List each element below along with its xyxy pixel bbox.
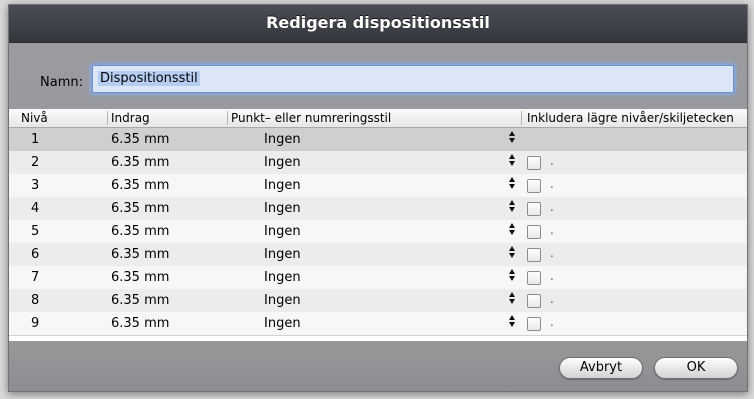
row-style[interactable]: Ingen: [264, 178, 301, 193]
name-field-value[interactable]: Dispositionsstil: [98, 71, 200, 86]
dialog-title: Redigera dispositionsstil: [266, 13, 490, 32]
style-stepper-icon[interactable]: [509, 223, 516, 239]
row-style[interactable]: Ingen: [264, 270, 301, 285]
row-level: 7: [31, 270, 40, 285]
style-stepper-icon[interactable]: [509, 246, 516, 262]
cancel-button[interactable]: Avbryt: [559, 357, 643, 379]
table-row[interactable]: 4 6.35 mm Ingen.: [9, 197, 747, 221]
table-row[interactable]: 1 6.35 mm Ingen: [9, 128, 747, 152]
style-stepper-icon[interactable]: [509, 177, 516, 193]
table-header: Nivå Indrag Punkt– eller numreringsstil …: [9, 109, 747, 128]
table-row[interactable]: 2 6.35 mm Ingen.: [9, 151, 747, 175]
row-style[interactable]: Ingen: [264, 155, 301, 170]
header-style[interactable]: Punkt– eller numreringsstil: [231, 111, 391, 125]
row-level: 2: [31, 155, 40, 170]
include-lower-levels-checkbox[interactable]: [527, 156, 541, 170]
include-lower-levels-checkbox[interactable]: [527, 202, 541, 216]
style-stepper-icon[interactable]: [509, 292, 516, 308]
row-level: 9: [31, 316, 40, 331]
row-style[interactable]: Ingen: [264, 247, 301, 262]
include-lower-levels-checkbox[interactable]: [527, 179, 541, 193]
table-row[interactable]: 7 6.35 mm Ingen.: [9, 266, 747, 290]
dialog-titlebar: Redigera dispositionsstil: [9, 5, 747, 43]
header-separator: [107, 111, 108, 125]
style-stepper-icon[interactable]: [509, 154, 516, 170]
name-label: Namn:: [40, 75, 83, 90]
style-stepper-icon[interactable]: [509, 315, 516, 331]
include-lower-levels-checkbox[interactable]: [527, 271, 541, 285]
name-field[interactable]: Dispositionsstil: [92, 65, 734, 93]
row-indent[interactable]: 6.35 mm: [111, 155, 169, 170]
header-include[interactable]: Inkludera lägre nivåer/skiljetecken: [527, 111, 734, 125]
row-indent[interactable]: 6.35 mm: [111, 224, 169, 239]
row-level: 6: [31, 247, 40, 262]
table-row[interactable]: 9 6.35 mm Ingen.: [9, 312, 747, 336]
row-style[interactable]: Ingen: [264, 224, 301, 239]
row-indent[interactable]: 6.35 mm: [111, 132, 169, 147]
separator-text[interactable]: .: [550, 223, 554, 237]
separator-text[interactable]: .: [550, 315, 554, 329]
table-row[interactable]: 8 6.35 mm Ingen.: [9, 289, 747, 313]
header-indent[interactable]: Indrag: [111, 111, 150, 125]
dialog-window: Redigera dispositionsstil Namn: Disposit…: [8, 4, 748, 392]
header-level[interactable]: Nivå: [21, 111, 48, 125]
header-separator: [521, 111, 522, 125]
separator-text[interactable]: .: [550, 200, 554, 214]
table-row[interactable]: 3 6.35 mm Ingen.: [9, 174, 747, 198]
header-separator: [227, 111, 228, 125]
levels-table: Nivå Indrag Punkt– eller numreringsstil …: [9, 109, 747, 341]
row-indent[interactable]: 6.35 mm: [111, 316, 169, 331]
row-style[interactable]: Ingen: [264, 201, 301, 216]
table-row[interactable]: 6 6.35 mm Ingen.: [9, 243, 747, 267]
include-lower-levels-checkbox[interactable]: [527, 225, 541, 239]
row-style[interactable]: Ingen: [264, 316, 301, 331]
separator-text[interactable]: .: [550, 246, 554, 260]
ok-button[interactable]: OK: [654, 357, 738, 379]
separator-text[interactable]: .: [550, 292, 554, 306]
style-stepper-icon[interactable]: [509, 131, 516, 147]
separator-text[interactable]: .: [550, 269, 554, 283]
row-level: 5: [31, 224, 40, 239]
style-stepper-icon[interactable]: [509, 200, 516, 216]
row-indent[interactable]: 6.35 mm: [111, 293, 169, 308]
row-style[interactable]: Ingen: [264, 293, 301, 308]
style-stepper-icon[interactable]: [509, 269, 516, 285]
include-lower-levels-checkbox[interactable]: [527, 248, 541, 262]
include-lower-levels-checkbox[interactable]: [527, 294, 541, 308]
separator-text[interactable]: .: [550, 154, 554, 168]
row-level: 4: [31, 201, 40, 216]
row-level: 3: [31, 178, 40, 193]
row-indent[interactable]: 6.35 mm: [111, 270, 169, 285]
row-indent[interactable]: 6.35 mm: [111, 178, 169, 193]
separator-text[interactable]: .: [550, 177, 554, 191]
table-row[interactable]: 5 6.35 mm Ingen.: [9, 220, 747, 244]
row-level: 8: [31, 293, 40, 308]
include-lower-levels-checkbox[interactable]: [527, 317, 541, 331]
row-indent[interactable]: 6.35 mm: [111, 247, 169, 262]
dialog-footer: Avbryt OK: [9, 341, 747, 391]
row-style[interactable]: Ingen: [264, 132, 301, 147]
row-level: 1: [31, 132, 40, 147]
row-indent[interactable]: 6.35 mm: [111, 201, 169, 216]
